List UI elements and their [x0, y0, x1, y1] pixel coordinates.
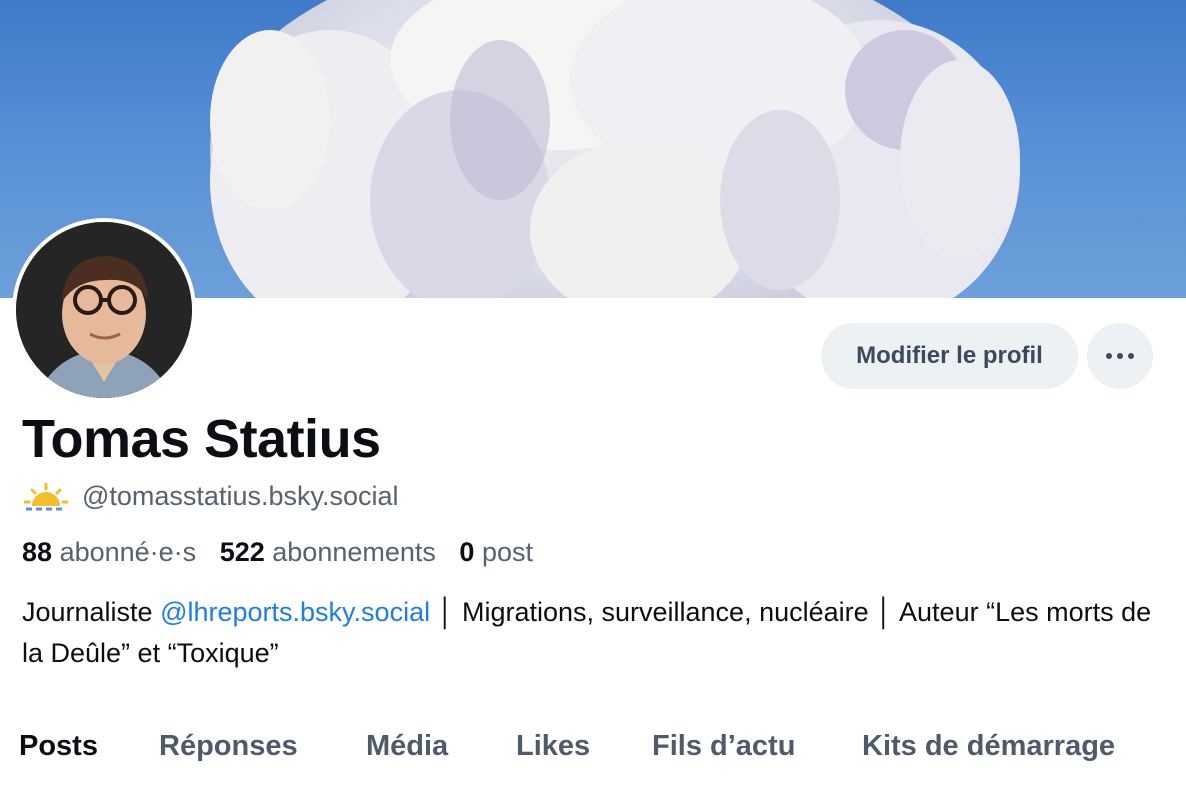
- display-name: Tomas Statius: [22, 409, 381, 469]
- profile-bio: Journaliste @lhreports.bsky.social │ Mig…: [22, 592, 1172, 674]
- profile-stats: 88 abonné·e·s 522 abonnements 0 post: [22, 537, 533, 568]
- cloud-painting: [210, 0, 1020, 298]
- handle-row: @tomasstatius.bsky.social: [24, 481, 399, 512]
- posts-stat: 0 post: [459, 537, 533, 567]
- posts-label: post: [481, 537, 533, 567]
- followers-count: 88: [22, 537, 53, 567]
- tab-starter-packs[interactable]: Kits de démarrage: [862, 730, 1115, 763]
- sun-cloud-emoji-icon: [24, 482, 68, 510]
- ellipsis-icon: [1106, 353, 1134, 359]
- followers-stat[interactable]: 88 abonné·e·s: [22, 537, 196, 567]
- edit-profile-button[interactable]: Modifier le profil: [821, 323, 1078, 389]
- more-options-button[interactable]: [1087, 323, 1153, 389]
- tab-likes[interactable]: Likes: [516, 730, 590, 763]
- avatar[interactable]: [12, 218, 196, 402]
- following-count: 522: [219, 537, 265, 567]
- profile-banner[interactable]: [0, 0, 1186, 298]
- tab-media[interactable]: Média: [366, 730, 448, 763]
- tab-feeds[interactable]: Fils d’actu: [652, 730, 795, 763]
- handle-text[interactable]: @tomasstatius.bsky.social: [82, 481, 399, 512]
- bio-prefix: Journaliste: [22, 597, 161, 627]
- posts-count: 0: [459, 537, 475, 567]
- avatar-image: [16, 222, 192, 398]
- followers-label: abonné·e·s: [59, 537, 197, 567]
- profile-tabs: Posts Réponses Média Likes Fils d’actu K…: [0, 730, 1186, 774]
- following-stat[interactable]: 522 abonnements: [220, 537, 436, 567]
- tab-posts[interactable]: Posts: [19, 730, 98, 763]
- bio-mention-link[interactable]: @lhreports.bsky.social: [160, 597, 430, 627]
- following-label: abonnements: [272, 537, 436, 567]
- tab-replies[interactable]: Réponses: [159, 730, 298, 763]
